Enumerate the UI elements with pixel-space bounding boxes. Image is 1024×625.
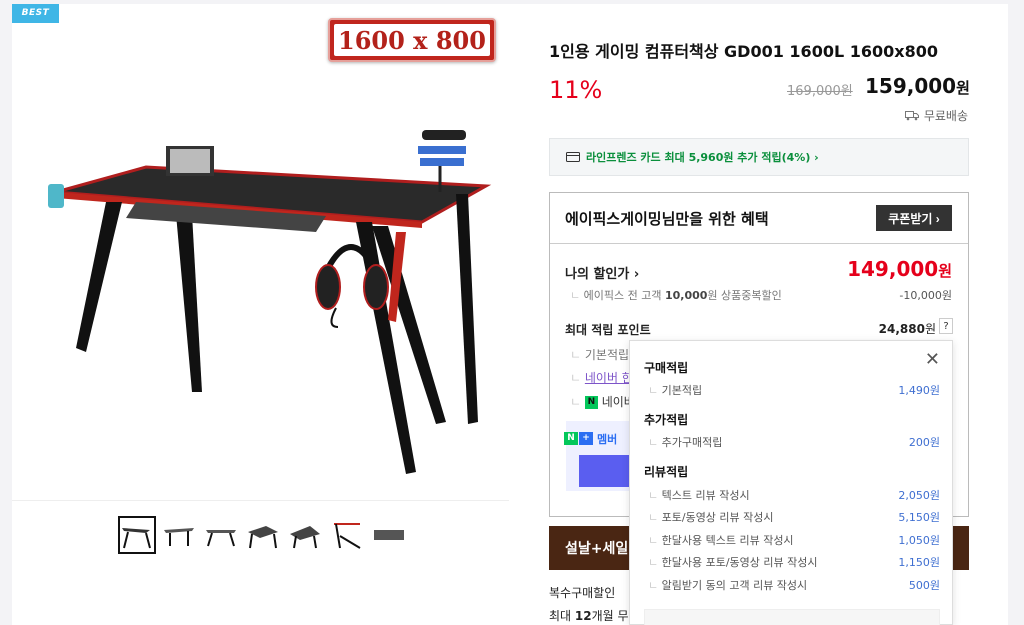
point-help-button[interactable]: ? (939, 318, 953, 334)
my-price-link[interactable]: 나의 할인가 › (565, 263, 639, 282)
best-badge: BEST (12, 4, 59, 23)
section-additional: 추가적립 (644, 413, 689, 427)
installment-months: 12 (574, 609, 592, 623)
np-plus-icon: + (579, 432, 593, 445)
naver-link[interactable]: 네이버 한 (585, 371, 633, 385)
card-benefit-banner[interactable]: 라인프렌즈 카드 최대 5,960원 추가 적립(4%) › (549, 138, 969, 176)
size-tag: 1600 x 800 (328, 18, 496, 62)
close-icon[interactable]: ✕ (925, 351, 940, 369)
naver-plus-badge: N + (564, 432, 593, 445)
product-gallery: BEST 1600 x 800 (12, 4, 509, 625)
point-row: 포토/동영상 리뷰 작성시 5,150원 (648, 509, 940, 525)
point-row-label: 알림받기 동의 고객 리뷰 작성시 (648, 577, 808, 593)
coupon-button[interactable]: 쿠폰받기 › (876, 205, 952, 231)
point-row: 기본적립 1,490원 (648, 382, 940, 398)
truck-icon (904, 111, 919, 121)
product-page: BEST 1600 x 800 1인용 게이밍 컴퓨터책상 GD001 1600… (0, 0, 1024, 625)
point-row-label: 한달사용 포토/동영상 리뷰 작성시 (648, 554, 818, 570)
point-row-value: 200원 (908, 436, 940, 449)
original-price: 169,000원 (787, 84, 853, 99)
point-row-value: 1,150원 (898, 556, 940, 569)
desk-thumb-icon (248, 526, 278, 549)
popup-footer (644, 609, 940, 625)
np-n-icon: N (564, 432, 578, 445)
base-point-label: 기본적립 (570, 348, 629, 362)
point-row: 텍스트 리뷰 작성시 2,050원 (648, 487, 940, 503)
installment-info: 최대 12개월 무 (549, 607, 629, 624)
membership-text: 멤버 (597, 433, 618, 446)
desk-thumb-icon (334, 523, 361, 549)
installment-suffix: 개월 무 (591, 609, 629, 623)
point-row: 알림받기 동의 고객 리뷰 작성시 500원 (648, 577, 940, 593)
point-row-value: 1,050원 (898, 534, 940, 547)
point-row: 한달사용 텍스트 리뷰 작성시 1,050원 (648, 532, 940, 548)
section-purchase: 구매적립 (644, 361, 689, 375)
shipping-info: 무료배송 (904, 107, 968, 124)
thumbnail-2[interactable] (160, 516, 198, 554)
size-tag-text: 1600 x 800 (334, 24, 490, 56)
desk-thumb-icon (290, 526, 320, 549)
point-row-value: 1,490원 (898, 384, 940, 397)
naver-pay-row: N 네이버 (570, 393, 635, 410)
point-row-label: 기본적립 (648, 382, 702, 398)
thumbnail-4[interactable] (244, 516, 282, 554)
point-row-value: 500원 (908, 579, 940, 592)
desk-thumb-icon (122, 528, 151, 549)
coupon-value: -10,000원 (899, 289, 952, 302)
point-row: 추가구매적립 200원 (648, 434, 940, 450)
benefit-heading: 에이픽스게이밍님만을 위한 혜택 (565, 210, 769, 228)
desk-thumb-icon (206, 530, 236, 547)
divider (550, 243, 968, 244)
coupon-description: 에이픽스 전 고객 10,000원 상품중복할인 (570, 287, 782, 303)
sale-price: 159,000원 (865, 74, 970, 98)
max-point-value: 24,880원 (879, 320, 936, 337)
thumbnail-1[interactable] (118, 516, 156, 554)
naver-link-row: 네이버 한 (570, 369, 633, 386)
sale-price-unit: 원 (956, 79, 970, 97)
desk-thumb-icon (164, 528, 194, 546)
card-icon (566, 152, 580, 162)
max-point-label: 최대 적립 포인트 (565, 323, 651, 337)
multi-buy-discount: 복수구매할인 (549, 586, 616, 600)
thumbnail-3[interactable] (202, 516, 240, 554)
point-row-value: 2,050원 (898, 489, 940, 502)
discount-rate: 11% (549, 76, 603, 104)
thumbnail-5[interactable] (286, 516, 324, 554)
point-row-label: 한달사용 텍스트 리뷰 작성시 (648, 532, 794, 548)
coupon-desc-prefix: 에이픽스 전 고객 (583, 289, 665, 302)
my-discount-price: 149,000원 (847, 257, 952, 281)
my-price-value: 149,000 (847, 257, 939, 281)
coupon-desc-suffix: 원 상품중복할인 (707, 289, 782, 302)
coupon-desc-amount: 10,000 (664, 289, 708, 302)
base-point-row: 기본적립 (570, 346, 629, 363)
point-row-label: 추가구매적립 (648, 434, 723, 450)
thumbnail-7[interactable] (370, 516, 408, 554)
max-point-number: 24,880 (878, 322, 925, 336)
installment-prefix: 최대 (549, 609, 575, 623)
point-row-value: 5,150원 (898, 511, 940, 524)
my-price-unit: 원 (938, 262, 952, 280)
gallery-divider (12, 500, 509, 501)
point-row: 한달사용 포토/동영상 리뷰 작성시 1,150원 (648, 554, 940, 570)
max-point-unit: 원 (924, 322, 936, 336)
product-title: 1인용 게이밍 컴퓨터책상 GD001 1600L 1600x800 (549, 42, 938, 61)
thumbnail-strip (118, 516, 408, 554)
point-row-label: 포토/동영상 리뷰 작성시 (648, 509, 774, 525)
naver-pay-icon: N (584, 396, 598, 409)
point-breakdown-popup: ✕ 구매적립 기본적립 1,490원 추가적립 추가구매적립 200원 리뷰적립 텍… (629, 340, 953, 625)
sale-price-value: 159,000 (865, 74, 957, 98)
point-row-label: 텍스트 리뷰 작성시 (648, 487, 750, 503)
card-benefit-text: 라인프렌즈 카드 최대 5,960원 추가 적립(4%) › (586, 151, 819, 164)
thumbnail-6[interactable] (328, 516, 366, 554)
desk-thumb-icon (374, 530, 404, 540)
product-main-image[interactable] (26, 122, 496, 482)
section-review: 리뷰적립 (644, 465, 689, 479)
shipping-text: 무료배송 (923, 109, 968, 123)
